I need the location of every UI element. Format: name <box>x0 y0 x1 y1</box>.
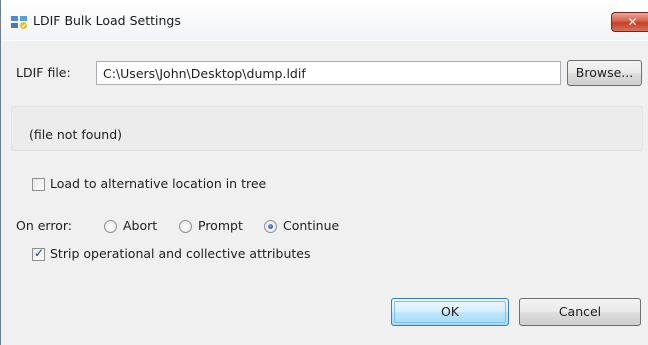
alt-location-label[interactable]: Load to alternative location in tree <box>50 176 266 191</box>
on-error-label: On error: <box>16 218 72 233</box>
strip-attributes-label[interactable]: Strip operational and collective attribu… <box>50 246 310 261</box>
cancel-button[interactable]: Cancel <box>519 298 641 326</box>
prompt-radio[interactable] <box>179 220 192 233</box>
ok-button[interactable]: OK <box>391 298 509 326</box>
alt-location-checkbox[interactable] <box>32 178 45 191</box>
strip-attributes-checkbox[interactable]: ✓ <box>32 246 45 261</box>
browse-button[interactable]: Browse... <box>567 60 642 86</box>
abort-radio-label[interactable]: Abort <box>123 218 157 233</box>
continue-radio-label[interactable]: Continue <box>283 218 339 233</box>
title-bar[interactable]: LDIF Bulk Load Settings ✕ <box>1 0 648 41</box>
window-title: LDIF Bulk Load Settings <box>33 13 181 28</box>
continue-radio[interactable] <box>264 220 277 233</box>
ldif-file-label: LDIF file: <box>16 65 71 80</box>
ldif-file-input[interactable] <box>96 61 561 85</box>
close-button[interactable]: ✕ <box>611 12 648 32</box>
dialog-window: LDIF Bulk Load Settings ✕ LDIF file: Bro… <box>0 0 648 345</box>
abort-radio[interactable] <box>104 220 117 233</box>
radio-selected-dot <box>268 224 273 229</box>
ok-button-label: OK <box>440 304 460 319</box>
prompt-radio-label[interactable]: Prompt <box>198 218 243 233</box>
file-status-message: (file not found) <box>29 127 123 142</box>
checkmark-icon: ✓ <box>34 246 45 260</box>
close-icon: ✕ <box>627 15 638 29</box>
ldif-app-icon <box>11 16 27 29</box>
